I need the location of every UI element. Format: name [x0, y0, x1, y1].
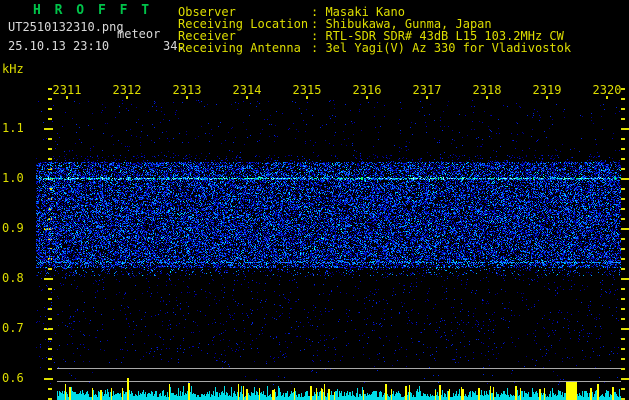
freq-axis-unit: kHz: [2, 62, 24, 76]
freq-tick-right: [621, 348, 625, 350]
freq-tick-right: [621, 168, 625, 170]
freq-tick-right: [621, 238, 625, 240]
time-tick-label: 2317: [405, 83, 449, 97]
time-tick-label: 2314: [225, 83, 269, 97]
freq-tick-right: [621, 128, 629, 130]
time-tick: [126, 96, 128, 99]
datetime-label: 25.10.13 23:10: [8, 39, 109, 53]
freq-tick-right: [621, 268, 625, 270]
freq-tick-right: [621, 98, 625, 100]
freq-tick-right: [621, 358, 625, 360]
header-field-label: Receiving Antenna: [178, 41, 311, 55]
freq-tick-right: [621, 188, 625, 190]
hrofft-spectrogram-image: H R O F F T UT2510132310.png meteor 25.1…: [0, 0, 629, 400]
time-tick: [426, 96, 428, 99]
time-tick-label: 2313: [165, 83, 209, 97]
freq-tick-right: [621, 318, 625, 320]
freq-tick-right: [621, 138, 625, 140]
freq-tick-label: 0.8: [2, 271, 38, 285]
freq-tick-right: [621, 228, 629, 230]
freq-tick-right: [621, 368, 625, 370]
freq-tick-right: [621, 298, 625, 300]
freq-tick-label: 0.9: [2, 221, 38, 235]
freq-tick-right: [621, 378, 629, 380]
time-tick: [186, 96, 188, 99]
freq-tick-right: [621, 278, 629, 280]
header-field-row: Receiving Antenna: 3el Yagi(V) Az 330 fo…: [178, 41, 571, 55]
freq-tick-label: 1.0: [2, 171, 38, 185]
time-tick-label: 2315: [285, 83, 329, 97]
time-tick: [246, 96, 248, 99]
freq-tick-right: [621, 108, 625, 110]
freq-tick-right: [621, 338, 625, 340]
freq-tick-label: 0.7: [2, 321, 38, 335]
freq-tick-right: [621, 148, 625, 150]
time-tick: [546, 96, 548, 99]
freq-tick-right: [621, 328, 629, 330]
time-tick: [306, 96, 308, 99]
app-title: H R O F F T: [33, 3, 152, 18]
freq-tick-right: [621, 308, 625, 310]
freq-tick-left: [48, 88, 52, 90]
output-filename: UT2510132310.png: [8, 20, 124, 34]
station-name: meteor: [117, 27, 160, 41]
time-tick-label: 2316: [345, 83, 389, 97]
freq-tick-right: [621, 218, 625, 220]
freq-tick-label: 0.6: [2, 371, 38, 385]
time-tick-label: 2312: [105, 83, 149, 97]
time-tick: [366, 96, 368, 99]
time-tick: [66, 96, 68, 99]
freq-tick-right: [621, 178, 629, 180]
freq-tick-right: [621, 248, 625, 250]
time-tick-label: 2311: [45, 83, 89, 97]
freq-tick-right: [621, 288, 625, 290]
time-tick-label: 2318: [465, 83, 509, 97]
freq-tick-label: 1.1: [2, 121, 38, 135]
freq-tick-right: [621, 158, 625, 160]
freq-tick-right: [621, 88, 625, 90]
freq-tick-right: [621, 208, 625, 210]
freq-tick-right: [621, 258, 625, 260]
freq-tick-right: [621, 118, 625, 120]
freq-tick-right: [621, 388, 625, 390]
time-tick-label: 2320: [585, 83, 629, 97]
time-tick: [606, 96, 608, 99]
header-field-value: : 3el Yagi(V) Az 330 for Vladivostok: [311, 41, 571, 55]
freq-tick-right: [621, 198, 625, 200]
time-tick: [486, 96, 488, 99]
time-tick-label: 2319: [525, 83, 569, 97]
spectrogram-canvas: [36, 100, 621, 400]
